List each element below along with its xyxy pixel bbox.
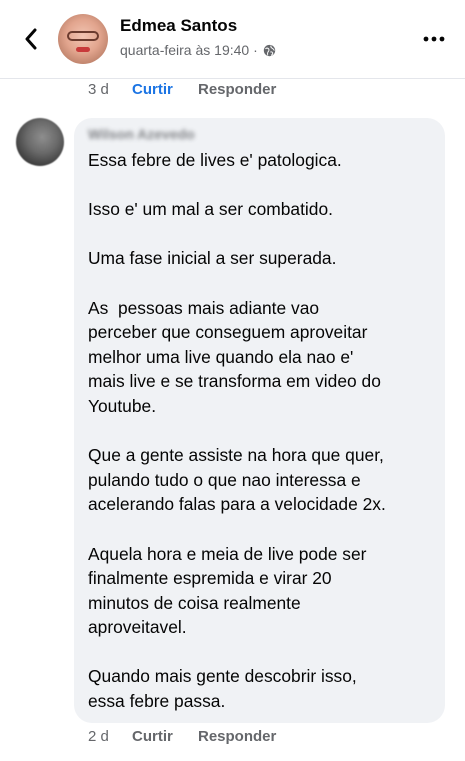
comment-paragraph: Isso e' um mal a ser combatido. [88,199,333,220]
comment-bubble: Wilson Azevedo Essa febre de lives e' pa… [74,118,445,723]
comment-paragraph: Uma fase inicial a ser superada. [88,248,337,269]
post-header: Edmea Santos quarta-feira às 19:40 · [0,0,465,79]
comment-paragraph: Que a gente assiste na hora que quer, pu… [88,445,386,515]
comment-text: Essa febre de lives e' patologica. Isso … [88,148,438,714]
comment-paragraph: As pessoas mais adiante vao perceber que… [88,297,381,416]
comment-paragraph: Essa febre de lives e' patologica. [88,150,342,170]
previous-comment-actions: 3 d Curtir Responder [88,81,276,98]
reply-button[interactable]: Responder [198,728,276,745]
comment-actions: 2 d Curtir Responder [88,728,276,745]
commenter-name[interactable]: Wilson Azevedo [88,126,216,144]
post-timestamp: quarta-feira às 19:40 · [120,42,276,58]
reply-button[interactable]: Responder [198,81,276,98]
chevron-left-icon [25,28,37,50]
back-button[interactable] [14,22,48,56]
comment-paragraph: Aquela hora e meia de live pode ser fina… [88,543,367,638]
comment-paragraph: Quando mais gente descobrir isso, essa f… [88,666,357,712]
commenter-avatar[interactable] [16,118,64,166]
author-avatar[interactable] [58,14,108,64]
like-button[interactable]: Curtir [132,81,198,98]
comment-time: 3 d [88,81,109,98]
more-options-button[interactable] [419,26,449,52]
more-horizontal-icon [423,36,445,42]
globe-icon [263,44,275,56]
author-name[interactable]: Edmea Santos [120,16,237,36]
like-button[interactable]: Curtir [132,728,198,745]
post-time-text: quarta-feira às 19:40 · [120,42,258,58]
comment-time: 2 d [88,728,109,745]
